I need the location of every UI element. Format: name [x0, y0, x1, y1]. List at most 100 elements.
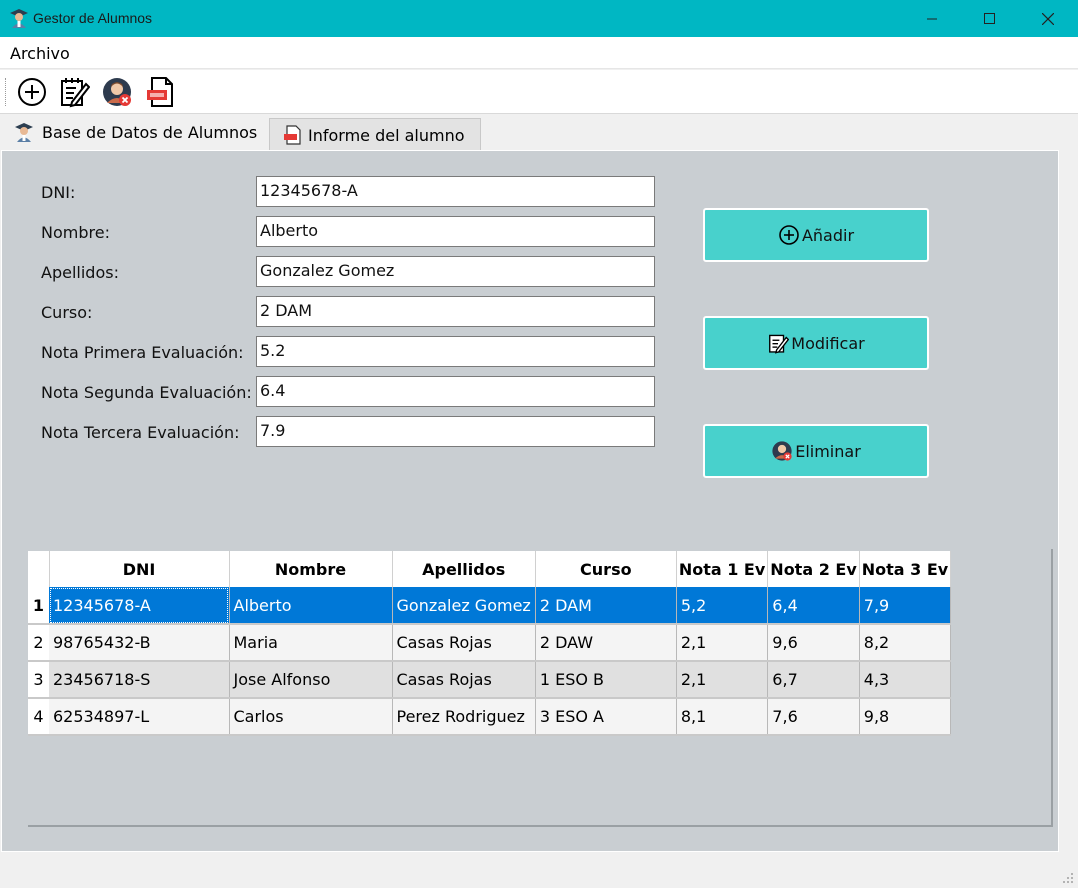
cell-nombre[interactable]: Carlos [229, 698, 393, 736]
column-header-nota-3[interactable]: Nota 3 Ev [859, 551, 952, 587]
toolbar-add-button[interactable] [16, 76, 48, 108]
cell-apellidos[interactable]: Gonzalez Gomez [392, 587, 536, 625]
column-header-dni[interactable]: DNI [49, 551, 230, 587]
cell-nota-3[interactable]: 9,8 [859, 698, 952, 736]
modify-button[interactable]: Modificar [703, 316, 929, 370]
close-button[interactable] [1019, 0, 1077, 37]
table-row[interactable]: 4 62534897-L Carlos Perez Rodriguez 3 ES… [28, 698, 952, 736]
table-row[interactable]: 2 98765432-B Maria Casas Rojas 2 DAW 2,1… [28, 624, 952, 662]
menu-bar: Archivo [0, 37, 1078, 69]
grid-border-right [1051, 549, 1053, 827]
cell-nota-2[interactable]: 6,4 [767, 587, 860, 625]
pdf-report-icon [147, 77, 173, 107]
label-dni: DNI: [41, 183, 76, 202]
cell-curso[interactable]: 2 DAM [535, 587, 677, 625]
dni-field[interactable]: 12345678-A [256, 176, 655, 207]
nota-3-field[interactable]: 7.9 [256, 416, 655, 447]
toolbar-delete-button[interactable] [101, 76, 133, 108]
cell-dni[interactable]: 62534897-L [49, 698, 230, 736]
grid-border-bottom [28, 825, 1053, 827]
nombre-field[interactable]: Alberto [256, 216, 655, 247]
add-button[interactable]: Añadir [703, 208, 929, 262]
column-header-curso[interactable]: Curso [535, 551, 677, 587]
delete-user-icon [103, 78, 131, 106]
pdf-icon [284, 125, 301, 145]
label-curso: Curso: [41, 303, 93, 322]
cell-curso[interactable]: 1 ESO B [535, 661, 677, 699]
curso-field[interactable]: 2 DAM [256, 296, 655, 327]
toolbar-pdf-button[interactable] [144, 76, 176, 108]
label-apellidos: Apellidos: [41, 263, 119, 282]
row-header[interactable]: 1 [28, 587, 49, 625]
edit-icon [769, 334, 790, 354]
cell-apellidos[interactable]: Casas Rojas [392, 661, 536, 699]
nota-2-field[interactable]: 6.4 [256, 376, 655, 407]
column-header-nota-1[interactable]: Nota 1 Ev [676, 551, 769, 587]
cell-nota-3[interactable]: 4,3 [859, 661, 952, 699]
column-header-apellidos[interactable]: Apellidos [392, 551, 536, 587]
resize-grip-icon[interactable] [1062, 872, 1074, 884]
cell-apellidos[interactable]: Casas Rojas [392, 624, 536, 662]
tab-label: Base de Datos de Alumnos [42, 122, 258, 142]
delete-button[interactable]: Eliminar [703, 424, 929, 478]
grid-header-row: DNI Nombre Apellidos Curso Nota 1 Ev Not… [28, 551, 952, 587]
cell-apellidos[interactable]: Perez Rodriguez [392, 698, 536, 736]
student-icon [15, 123, 33, 142]
cell-nota-1[interactable]: 2,1 [676, 661, 769, 699]
tab-label: Informe del alumno [308, 125, 465, 145]
label-nota-3: Nota Tercera Evaluación: [41, 423, 240, 442]
add-icon [779, 225, 799, 245]
delete-user-icon [772, 441, 792, 461]
window-title: Gestor de Alumnos [33, 10, 153, 26]
toolbar-edit-button[interactable] [58, 76, 91, 108]
delete-button-label: Eliminar [795, 441, 861, 461]
student-icon [10, 9, 28, 28]
apellidos-field[interactable]: Gonzalez Gomez [256, 256, 655, 287]
modify-button-label: Modificar [791, 333, 865, 353]
cell-dni[interactable]: 12345678-A [49, 587, 230, 625]
students-grid[interactable]: DNI Nombre Apellidos Curso Nota 1 Ev Not… [28, 551, 952, 736]
menu-archivo[interactable]: Archivo [10, 44, 70, 63]
edit-icon [61, 78, 91, 108]
toolbar-grip[interactable] [5, 78, 7, 106]
row-header-corner[interactable] [28, 551, 50, 587]
cell-nota-3[interactable]: 7,9 [859, 587, 952, 625]
row-header[interactable]: 4 [28, 698, 49, 736]
maximize-button[interactable] [961, 0, 1019, 37]
nota-1-field[interactable]: 5.2 [256, 336, 655, 367]
cell-dni[interactable]: 23456718-S [49, 661, 230, 699]
add-button-label: Añadir [801, 225, 855, 245]
table-row[interactable]: 1 12345678-A Alberto Gonzalez Gomez 2 DA… [28, 587, 952, 625]
cell-nota-2[interactable]: 9,6 [767, 624, 860, 662]
table-row[interactable]: 3 23456718-S Jose Alfonso Casas Rojas 1 … [28, 661, 952, 699]
cell-nombre[interactable]: Jose Alfonso [229, 661, 393, 699]
tab-base-de-datos[interactable]: Base de Datos de Alumnos [0, 115, 268, 149]
label-nota-1: Nota Primera Evaluación: [41, 343, 244, 362]
title-bar[interactable]: Gestor de Alumnos [0, 0, 1078, 37]
cell-nombre[interactable]: Alberto [229, 587, 393, 625]
add-icon [18, 78, 46, 106]
cell-nota-2[interactable]: 6,7 [767, 661, 860, 699]
toolbar [0, 70, 1078, 114]
tab-informe[interactable]: Informe del alumno [269, 118, 481, 151]
minimize-button[interactable] [903, 0, 961, 37]
cell-nombre[interactable]: Maria [229, 624, 393, 662]
maximize-icon [984, 12, 995, 24]
cell-curso[interactable]: 3 ESO A [535, 698, 677, 736]
cell-dni[interactable]: 98765432-B [49, 624, 230, 662]
cell-nota-2[interactable]: 7,6 [767, 698, 860, 736]
main-panel: DNI: Nombre: Apellidos: Curso: Nota Prim… [1, 150, 1059, 852]
label-nota-2: Nota Segunda Evaluación: [41, 383, 252, 402]
row-header[interactable]: 2 [28, 624, 49, 662]
cell-nota-3[interactable]: 8,2 [859, 624, 952, 662]
column-header-nota-2[interactable]: Nota 2 Ev [767, 551, 860, 587]
label-nombre: Nombre: [41, 223, 110, 242]
close-icon [1042, 12, 1054, 25]
cell-nota-1[interactable]: 2,1 [676, 624, 769, 662]
row-header[interactable]: 3 [28, 661, 49, 699]
cell-nota-1[interactable]: 8,1 [676, 698, 769, 736]
minimize-icon [927, 18, 937, 19]
cell-curso[interactable]: 2 DAW [535, 624, 677, 662]
column-header-nombre[interactable]: Nombre [229, 551, 393, 587]
cell-nota-1[interactable]: 5,2 [676, 587, 769, 625]
